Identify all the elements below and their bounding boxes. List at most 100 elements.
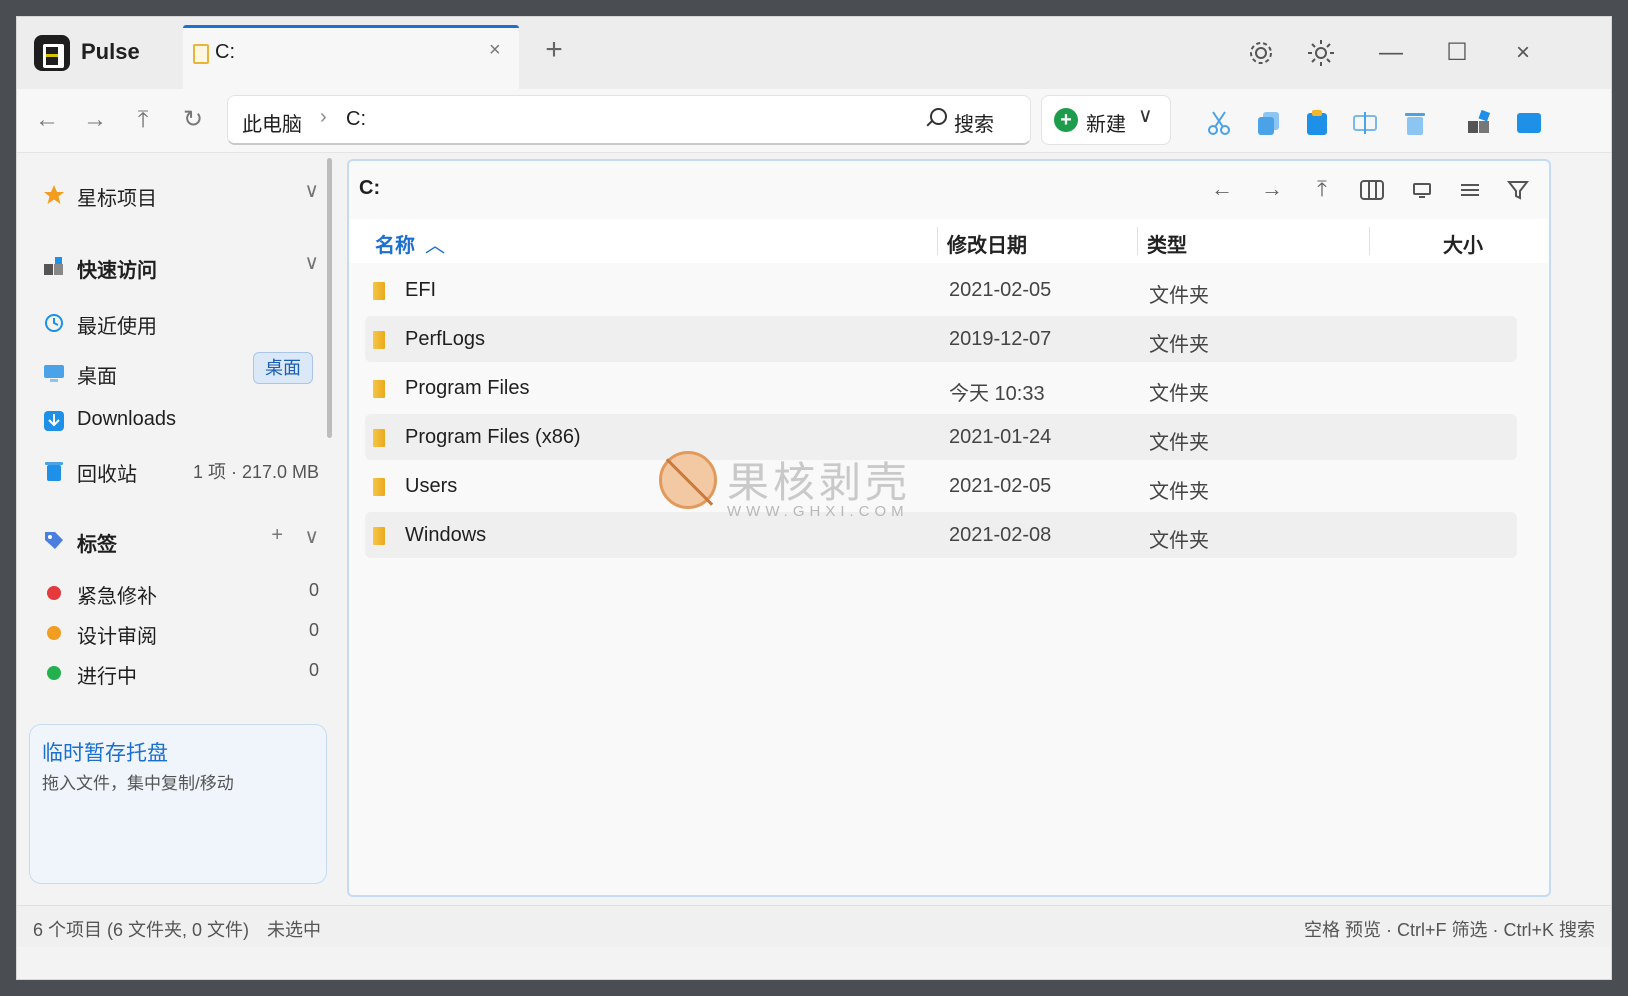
settings-gear-icon[interactable] (1245, 37, 1277, 69)
panel-back-arrow-icon[interactable]: ← (1207, 175, 1237, 205)
column-divider[interactable] (1369, 227, 1370, 255)
recycle-bin-info: 1 项 · 217.0 MB (192, 462, 319, 482)
filter-funnel-icon[interactable] (1503, 175, 1533, 205)
desktop-badge[interactable]: 桌面 (253, 352, 313, 384)
sidebar-section-favorites[interactable]: 星标项目 ∨ (39, 174, 319, 214)
chevron-down-icon[interactable]: ∨ (1138, 103, 1153, 128)
tag-color-dot-icon (47, 666, 61, 680)
star-icon (44, 185, 64, 204)
paste-clipboard-icon[interactable] (1303, 109, 1331, 137)
file-name: EFI (405, 279, 437, 301)
file-type: 文件夹 (1149, 383, 1209, 405)
tag-color-dot-icon (47, 586, 61, 600)
file-name: Users (405, 475, 458, 497)
chevron-down-icon[interactable]: ∨ (304, 250, 319, 275)
breadcrumb-chevron-icon: › (320, 106, 327, 128)
sidebar-section-quick-access[interactable]: 快速访问 ∨ (39, 246, 319, 286)
column-divider[interactable] (937, 227, 938, 255)
file-row[interactable]: Program Files 今天 10:33 文件夹 (365, 365, 1517, 411)
breadcrumb-c-drive[interactable]: C: (346, 108, 366, 131)
panel-up-arrow-icon[interactable]: ⤒ (1307, 175, 1337, 205)
panel-path-title: C: (359, 177, 381, 199)
up-arrow-icon[interactable]: ⤒ (125, 103, 161, 139)
sidebar-item-label: 最近使用 (77, 316, 157, 338)
sidebar-item-label: Downloads (77, 408, 176, 430)
tray-subtitle: 拖入文件，集中复制/移动 (42, 774, 234, 793)
list-view-icon[interactable] (1455, 175, 1485, 205)
column-divider[interactable] (1137, 227, 1138, 255)
sidebar-item-recycle-bin[interactable]: 回收站 1 项 · 217.0 MB (39, 450, 319, 490)
desktop-icon (44, 365, 64, 382)
cut-scissors-icon[interactable] (1205, 109, 1233, 137)
sidebar-tag-item[interactable]: 设计审阅 0 (39, 612, 319, 652)
title-bar: Pulse C: × + — ☐ × (17, 17, 1611, 89)
tray-title: 临时暂存托盘 (42, 742, 168, 765)
file-row[interactable]: Windows 2021-02-08 文件夹 (365, 512, 1517, 558)
address-bar[interactable]: 此电脑 › C: 搜索 (227, 95, 1031, 145)
columns-view-icon[interactable] (1357, 175, 1387, 205)
file-row[interactable]: PerfLogs 2019-12-07 文件夹 (365, 316, 1517, 362)
apps-grid-icon[interactable] (1465, 109, 1493, 137)
back-arrow-icon[interactable]: ← (29, 103, 65, 139)
recycle-bin-icon (45, 462, 63, 481)
sidebar-item-label: 桌面 (77, 366, 117, 388)
file-type: 文件夹 (1149, 481, 1209, 503)
column-header-size[interactable]: 大小 (1443, 229, 1483, 258)
theme-sun-icon[interactable] (1305, 37, 1337, 69)
close-window-button[interactable]: × (1507, 37, 1539, 69)
sidebar-item-recent[interactable]: 最近使用 (39, 302, 319, 342)
tag-icon (45, 532, 63, 549)
sort-ascending-chevron-icon[interactable]: ︿ (425, 229, 445, 258)
tab-title: C: (215, 41, 235, 63)
sidebar-tag-item[interactable]: 进行中 0 (39, 652, 319, 692)
downloads-icon (44, 411, 64, 431)
column-header-type[interactable]: 类型 (1147, 229, 1187, 258)
file-date: 今天 10:33 (949, 383, 1045, 405)
tab-c-drive[interactable]: C: × (183, 25, 519, 89)
staging-tray[interactable]: 临时暂存托盘 拖入文件，集中复制/移动 (29, 724, 327, 884)
drive-icon (193, 44, 209, 64)
panel-view-icon[interactable] (1515, 109, 1543, 137)
folder-icon (373, 380, 385, 398)
search-label[interactable]: 搜索 (954, 108, 994, 137)
search-icon[interactable] (924, 105, 948, 133)
file-row[interactable]: Users 2021-02-05 文件夹 (365, 463, 1517, 509)
add-tag-plus-icon[interactable]: + (271, 524, 283, 547)
copy-icon[interactable] (1255, 109, 1283, 137)
sidebar-item-desktop[interactable]: 桌面 桌面 (39, 352, 319, 392)
sidebar-section-tags[interactable]: 标签 + ∨ (39, 520, 319, 560)
minimize-button[interactable]: — (1375, 37, 1407, 69)
file-row[interactable]: EFI 2021-02-05 文件夹 (365, 267, 1517, 313)
maximize-button[interactable]: ☐ (1441, 37, 1473, 69)
file-row[interactable]: Program Files (x86) 2021-01-24 文件夹 (365, 414, 1517, 460)
panel-forward-arrow-icon[interactable]: → (1257, 175, 1287, 205)
delete-trash-icon[interactable] (1401, 109, 1429, 137)
column-header-date[interactable]: 修改日期 (947, 229, 1027, 258)
rename-icon[interactable] (1351, 109, 1379, 137)
sidebar-scrollbar[interactable] (327, 158, 332, 438)
status-bar: 6 个项目 (6 文件夹, 0 文件) 未选中 空格 预览 · Ctrl+F 筛… (17, 905, 1611, 947)
folder-icon (373, 527, 385, 545)
forward-arrow-icon[interactable]: → (77, 103, 113, 139)
file-date: 2019-12-07 (949, 328, 1052, 350)
breadcrumb-this-pc[interactable]: 此电脑 (242, 108, 302, 137)
sidebar-section-label: 星标项目 (77, 188, 157, 210)
new-tab-button[interactable]: + (537, 33, 571, 69)
sidebar-tag-item[interactable]: 紧急修补 0 (39, 572, 319, 612)
file-name: Program Files (405, 377, 530, 399)
sidebar-section-label: 快速访问 (77, 260, 157, 282)
chevron-down-icon[interactable]: ∨ (304, 524, 319, 549)
chevron-down-icon[interactable]: ∨ (304, 178, 319, 203)
refresh-icon[interactable]: ↻ (175, 103, 211, 139)
tag-count: 0 (308, 660, 319, 680)
file-type: 文件夹 (1149, 530, 1209, 552)
preview-pane-icon[interactable] (1407, 175, 1437, 205)
file-date: 2021-01-24 (949, 426, 1052, 448)
tag-count: 0 (308, 580, 319, 600)
new-button[interactable]: + 新建 ∨ (1041, 95, 1171, 145)
column-header-name[interactable]: 名称 (375, 229, 415, 258)
sidebar-item-downloads[interactable]: Downloads (39, 400, 319, 440)
status-summary: 6 个项目 (6 文件夹, 0 文件) (33, 920, 250, 940)
tab-close-button[interactable]: × (489, 39, 501, 62)
quick-access-icon (44, 257, 63, 275)
